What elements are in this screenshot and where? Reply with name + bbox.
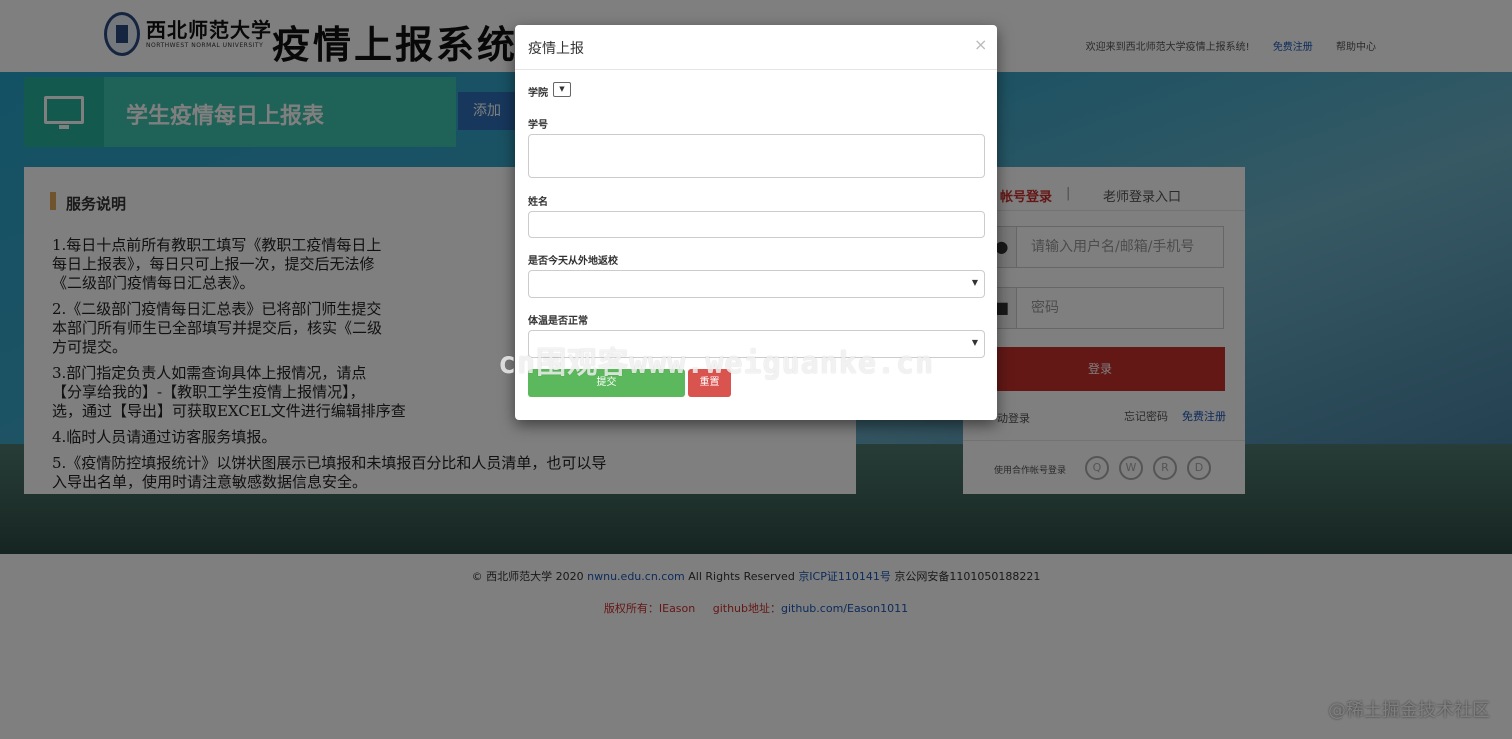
- name-label: 姓名: [528, 197, 548, 208]
- name-input[interactable]: [528, 211, 985, 238]
- modal-divider: [515, 69, 997, 70]
- close-icon[interactable]: ×: [974, 35, 987, 54]
- chevron-down-icon: ▼: [971, 338, 978, 347]
- college-label: 学院: [528, 88, 548, 99]
- college-select[interactable]: ▼: [553, 82, 571, 97]
- return-label: 是否今天从外地返校: [528, 256, 618, 267]
- return-select[interactable]: ▼: [528, 270, 985, 298]
- watermark-text: cn围观客www.weiguanke.cn: [498, 346, 935, 381]
- modal-title: 疫情上报: [528, 41, 584, 57]
- chevron-down-icon: ▼: [971, 278, 978, 287]
- temperature-label: 体温是否正常: [528, 316, 588, 327]
- student-id-label: 学号: [528, 120, 548, 131]
- student-id-input[interactable]: [528, 134, 985, 178]
